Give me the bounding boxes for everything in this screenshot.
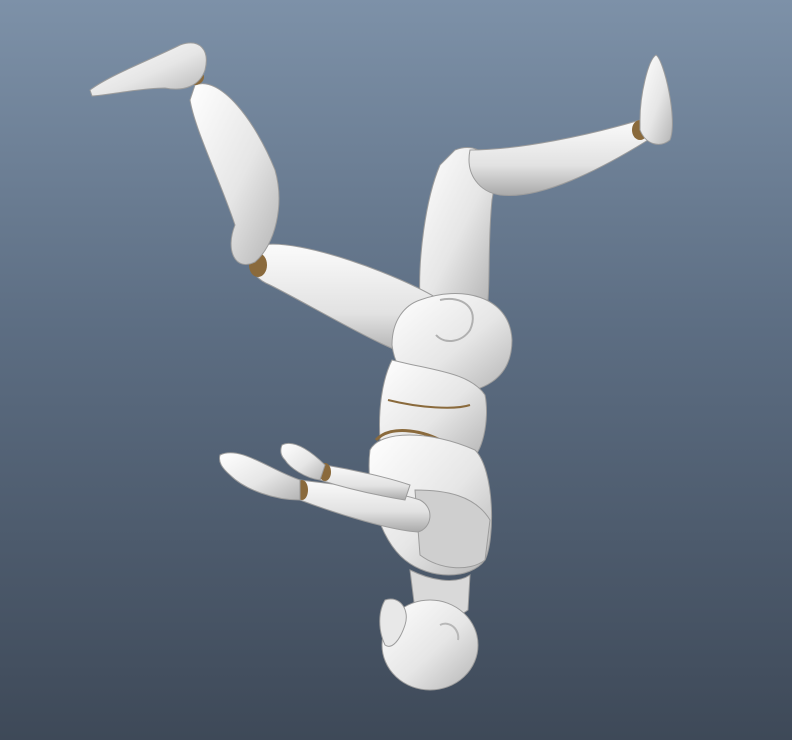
left-foot [89,42,207,97]
torso [368,359,492,576]
mannequin-render [89,42,673,691]
3d-viewport[interactable] [0,0,792,740]
left-leg [89,42,453,361]
right-foot [639,54,673,145]
right-leg [419,54,673,301]
head [379,569,479,691]
